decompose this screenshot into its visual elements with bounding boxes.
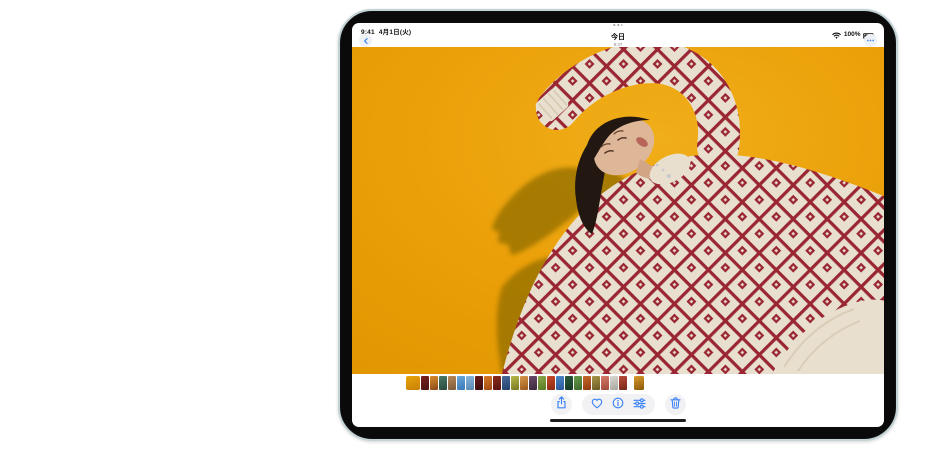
- filmstrip-thumb[interactable]: [610, 376, 618, 390]
- filmstrip-thumb-selected[interactable]: [406, 376, 420, 390]
- trash-icon: [670, 396, 681, 414]
- page-title: 今日: [611, 34, 625, 41]
- ipad-screen: 9:41 4月1日(火) 100%: [352, 23, 884, 427]
- filmstrip-thumb[interactable]: [448, 376, 456, 390]
- filmstrip-thumb[interactable]: [511, 376, 519, 390]
- share-icon: [556, 396, 567, 414]
- info-icon: [612, 396, 624, 414]
- actions-pill: [582, 394, 655, 415]
- adjust-button[interactable]: [633, 396, 646, 414]
- nav-bar: 今日 9:37: [352, 34, 884, 47]
- filmstrip: [406, 376, 645, 390]
- filmstrip-thumb[interactable]: [565, 376, 573, 390]
- status-bar: 9:41 4月1日(火) 100%: [352, 23, 884, 34]
- more-button[interactable]: [864, 34, 877, 47]
- filmstrip-thumb[interactable]: [538, 376, 546, 390]
- filmstrip-thumb[interactable]: [457, 376, 465, 390]
- favorite-button[interactable]: [591, 396, 603, 414]
- filmstrip-thumb[interactable]: [601, 376, 609, 390]
- heart-icon: [591, 396, 603, 414]
- bottom-toolbar: [352, 394, 884, 415]
- filmstrip-thumb[interactable]: [475, 376, 483, 390]
- share-button[interactable]: [551, 394, 572, 415]
- filmstrip-thumb[interactable]: [439, 376, 447, 390]
- filmstrip-thumb[interactable]: [619, 376, 627, 390]
- filmstrip-thumb[interactable]: [502, 376, 510, 390]
- filmstrip-thumb[interactable]: [529, 376, 537, 390]
- filmstrip-thumb[interactable]: [583, 376, 591, 390]
- filmstrip-thumb[interactable]: [547, 376, 555, 390]
- filmstrip-thumb[interactable]: [634, 376, 644, 390]
- adjust-icon: [633, 396, 646, 414]
- back-button[interactable]: [359, 34, 372, 47]
- filmstrip-thumb[interactable]: [493, 376, 501, 390]
- delete-button[interactable]: [665, 394, 686, 415]
- filmstrip-thumb[interactable]: [430, 376, 438, 390]
- photo-view[interactable]: [352, 47, 884, 374]
- info-button[interactable]: [612, 396, 624, 414]
- filmstrip-thumb[interactable]: [466, 376, 474, 390]
- filmstrip-thumb[interactable]: [484, 376, 492, 390]
- multitask-ellipsis-icon[interactable]: [613, 24, 622, 26]
- filmstrip-thumb[interactable]: [520, 376, 528, 390]
- nav-title-group: 今日 9:37: [611, 34, 625, 47]
- filmstrip-thumb[interactable]: [421, 376, 429, 390]
- filmstrip-thumb[interactable]: [574, 376, 582, 390]
- home-indicator[interactable]: [550, 419, 686, 423]
- filmstrip-thumb[interactable]: [556, 376, 564, 390]
- filmstrip-thumb[interactable]: [592, 376, 600, 390]
- page: 9:41 4月1日(火) 100%: [0, 0, 932, 450]
- ipad-device-frame: 9:41 4月1日(火) 100%: [338, 9, 898, 441]
